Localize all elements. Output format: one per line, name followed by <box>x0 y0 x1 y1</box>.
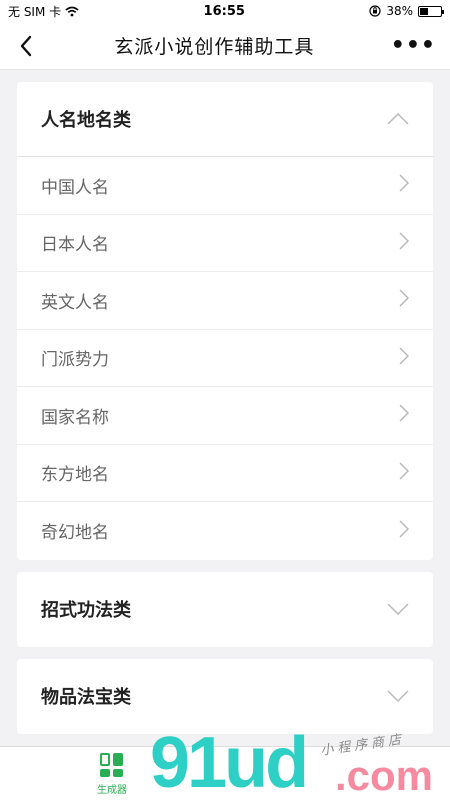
status-bar: 无 SIM 卡 16:55 38% <box>0 0 450 22</box>
chevron-right-icon <box>399 404 409 426</box>
chevron-right-icon <box>399 520 409 542</box>
list-item[interactable]: 国家名称 <box>17 387 433 445</box>
section-header[interactable]: 招式功法类 <box>17 572 433 647</box>
main-content: 人名地名类 中国人名 日本人名 英文人名 门派势力 国家名称 东方地名 奇幻地名… <box>0 70 450 734</box>
battery-icon <box>417 5 444 17</box>
list-item[interactable]: 英文人名 <box>17 272 433 330</box>
status-time: 16:55 <box>203 3 245 19</box>
watermark-suffix: .com <box>335 752 434 799</box>
status-left: 无 SIM 卡 <box>8 3 79 20</box>
section-title: 招式功法类 <box>41 600 131 621</box>
list-item-label: 国家名称 <box>41 407 109 428</box>
list-item[interactable]: 门派势力 <box>17 330 433 387</box>
grid-icon <box>100 753 124 777</box>
chevron-right-icon <box>399 174 409 196</box>
chevron-right-icon <box>399 462 409 484</box>
chevron-right-icon <box>399 232 409 254</box>
battery-percent: 38% <box>386 4 413 18</box>
tab-label: 生成器 <box>97 785 127 796</box>
list-item-label: 奇幻地名 <box>41 523 109 544</box>
chevron-right-icon <box>399 347 409 369</box>
list-item-label: 英文人名 <box>41 292 109 313</box>
list-item[interactable]: 东方地名 <box>17 445 433 502</box>
section-names-places: 人名地名类 中国人名 日本人名 英文人名 门派势力 国家名称 东方地名 奇幻地名 <box>17 82 433 560</box>
section-header[interactable]: 人名地名类 <box>17 82 433 157</box>
section-title: 物品法宝类 <box>41 687 131 708</box>
list-item[interactable]: 日本人名 <box>17 215 433 272</box>
section-moves-skills: 招式功法类 <box>17 571 433 647</box>
list-item-label: 中国人名 <box>41 177 109 198</box>
status-right: 38% <box>369 4 444 18</box>
section-title: 人名地名类 <box>41 110 131 131</box>
carrier-text: 无 SIM 卡 <box>8 4 62 19</box>
list-item-label: 日本人名 <box>41 235 109 256</box>
watermark-logo: 91ud .com 小程序商店 <box>150 723 450 800</box>
list-item-label: 东方地名 <box>41 465 109 486</box>
wifi-icon <box>65 6 79 16</box>
back-button[interactable] <box>14 34 38 58</box>
list-item[interactable]: 中国人名 <box>17 157 433 215</box>
watermark-text: 91ud <box>150 723 309 800</box>
chevron-left-icon <box>20 35 32 56</box>
nav-bar: 玄派小说创作辅助工具 ••• <box>0 22 450 70</box>
more-button[interactable]: ••• <box>391 33 436 58</box>
tab-generator[interactable]: 生成器 <box>80 753 144 796</box>
list-item-label: 门派势力 <box>41 350 109 371</box>
list-item[interactable]: 奇幻地名 <box>17 502 433 560</box>
chevron-down-icon <box>387 598 409 620</box>
chevron-down-icon <box>387 685 409 707</box>
page-title: 玄派小说创作辅助工具 <box>114 36 315 58</box>
chevron-up-icon <box>387 108 409 130</box>
orientation-lock-icon <box>369 5 381 17</box>
chevron-right-icon <box>399 289 409 311</box>
battery-level <box>419 7 428 15</box>
